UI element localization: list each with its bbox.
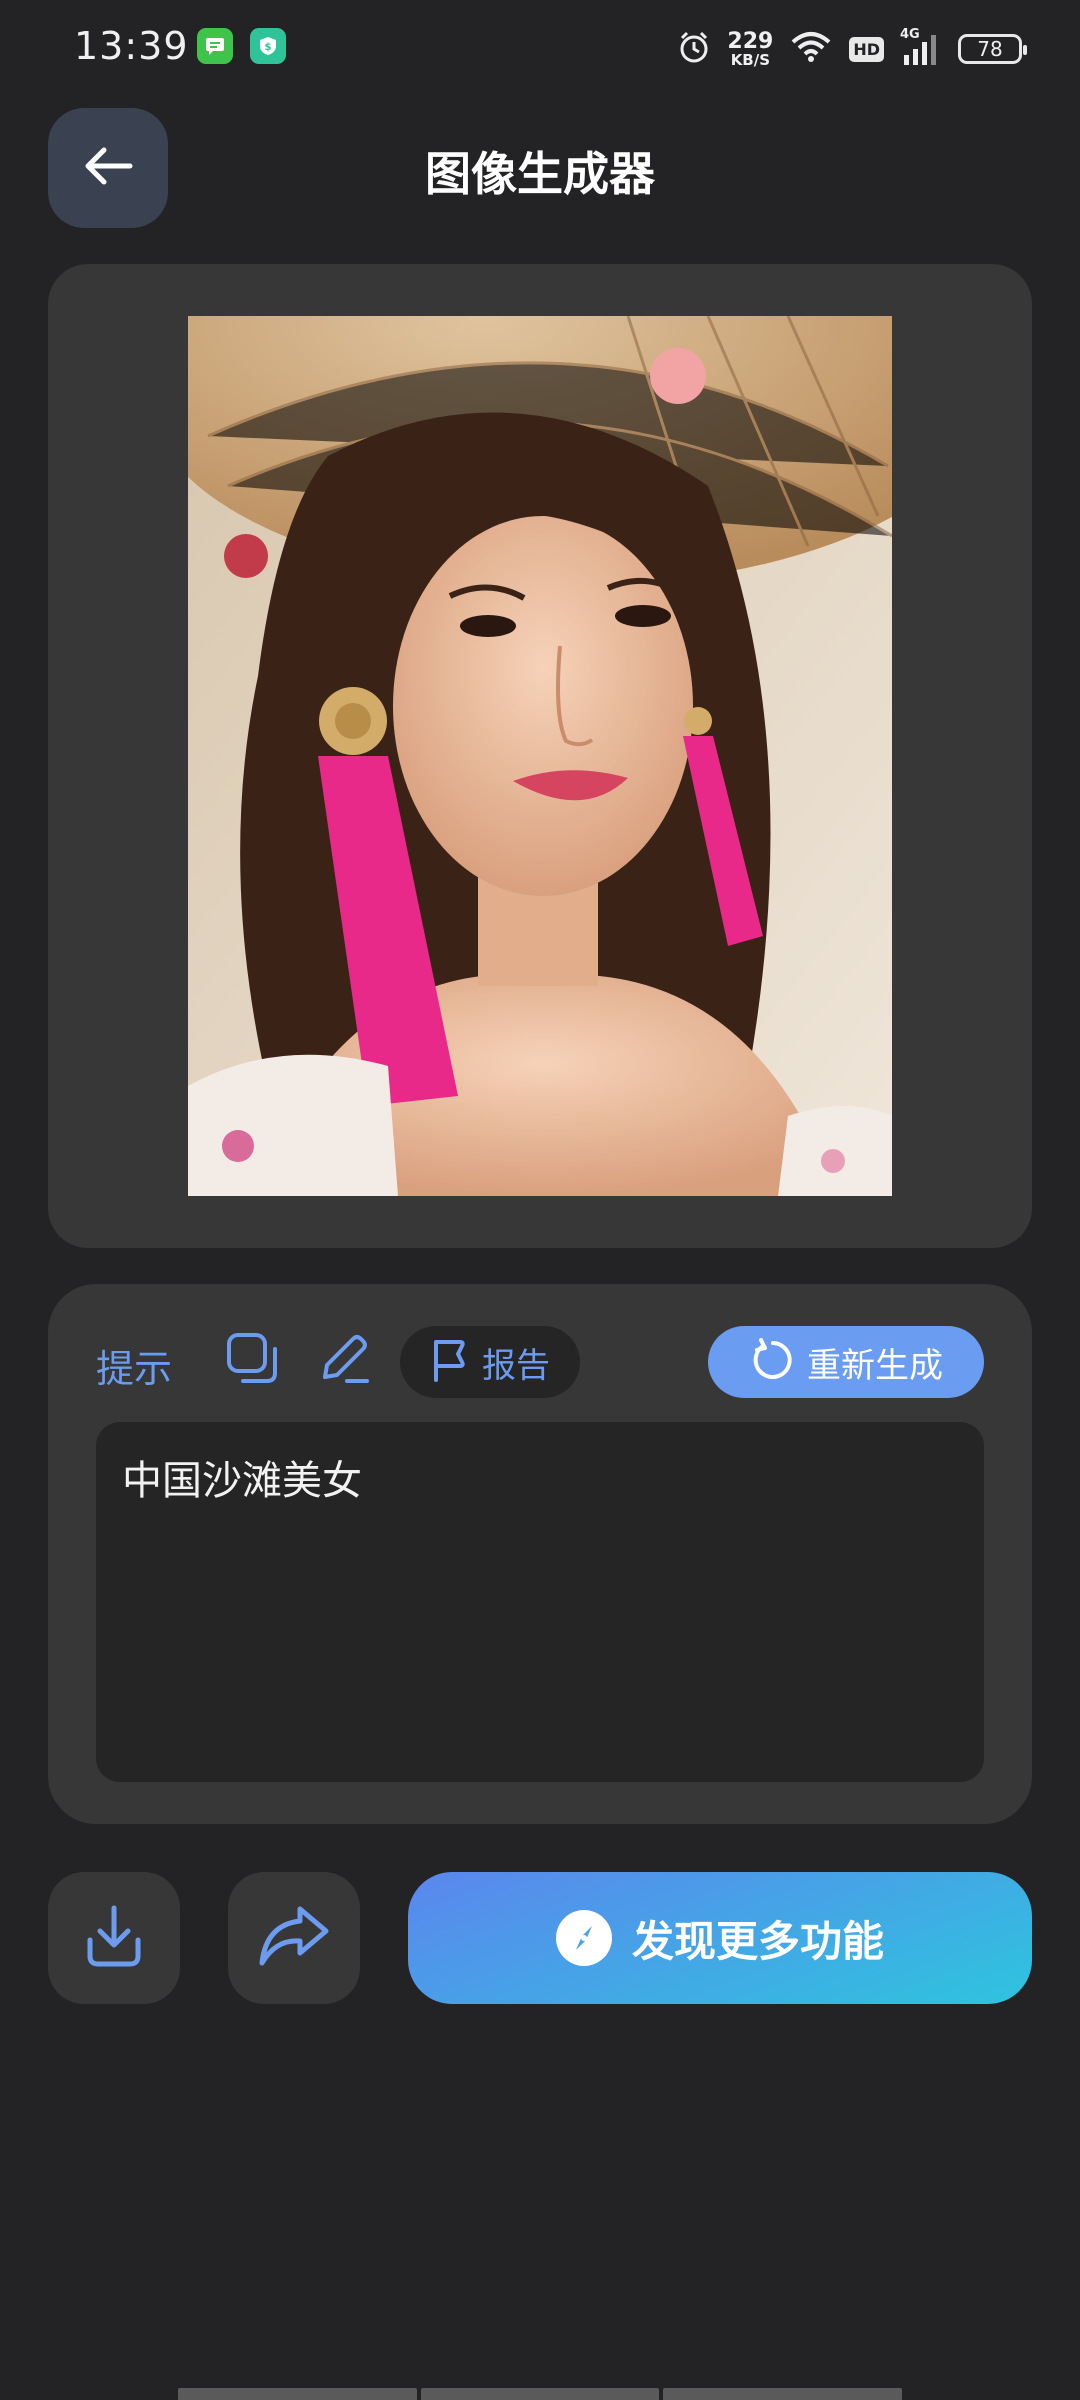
network-speed: 229 KB/S: [727, 28, 774, 69]
status-indicators: 229 KB/S HD 4G 78: [677, 24, 1027, 74]
regenerate-button[interactable]: 重新生成: [708, 1326, 984, 1398]
battery-icon: 78: [958, 34, 1027, 64]
svg-text:$: $: [265, 42, 272, 53]
prompt-text-field[interactable]: 中国沙滩美女: [96, 1422, 984, 1782]
prompt-card: 提示 报告 重新生成 中国沙滩美女: [48, 1284, 1032, 1824]
status-bar: 13:39 $ 229 KB/S HD 4G 78: [0, 0, 1080, 96]
prompt-label: 提示: [96, 1347, 173, 1391]
pencil-icon: [317, 1331, 371, 1389]
report-button[interactable]: 报告: [400, 1326, 580, 1398]
image-generator-screen: 13:39 $ 229 KB/S HD 4G 78 图像生成器 提示 报告 重新…: [0, 0, 1080, 2400]
payment-icon: $: [250, 28, 286, 64]
discover-more-button[interactable]: 发现更多功能: [408, 1872, 1032, 2004]
discover-more-label: 发现更多功能: [631, 1916, 884, 1966]
nav-segment[interactable]: [178, 2388, 417, 2400]
compass-icon: [555, 1910, 612, 1966]
message-icon: [197, 28, 233, 64]
battery-level: 78: [977, 37, 1003, 61]
navigation-bar[interactable]: [178, 2388, 903, 2400]
nav-segment[interactable]: [420, 2388, 660, 2400]
refresh-icon: [749, 1338, 793, 1386]
wifi-icon: [789, 30, 833, 68]
share-icon: [256, 1903, 332, 1973]
nav-segment[interactable]: [663, 2388, 903, 2400]
flag-icon: [430, 1338, 468, 1386]
hd-badge: HD: [849, 36, 884, 62]
cellular-signal-icon: 4G: [900, 27, 942, 69]
image-card: [48, 264, 1032, 1248]
edit-button[interactable]: [312, 1328, 376, 1392]
generated-portrait-image[interactable]: [188, 316, 892, 1196]
regenerate-label: 重新生成: [807, 1345, 943, 1386]
share-button[interactable]: [228, 1872, 360, 2004]
report-label: 报告: [482, 1345, 550, 1386]
alarm-icon: [677, 30, 711, 68]
network-speed-value: 229: [727, 28, 774, 54]
page-title: 图像生成器: [425, 147, 655, 201]
copy-button[interactable]: [220, 1328, 284, 1392]
status-time: 13:39: [74, 24, 189, 68]
network-speed-unit: KB/S: [730, 50, 771, 69]
download-button[interactable]: [48, 1872, 180, 2004]
download-icon: [78, 1900, 150, 1976]
copy-icon: [225, 1331, 279, 1389]
